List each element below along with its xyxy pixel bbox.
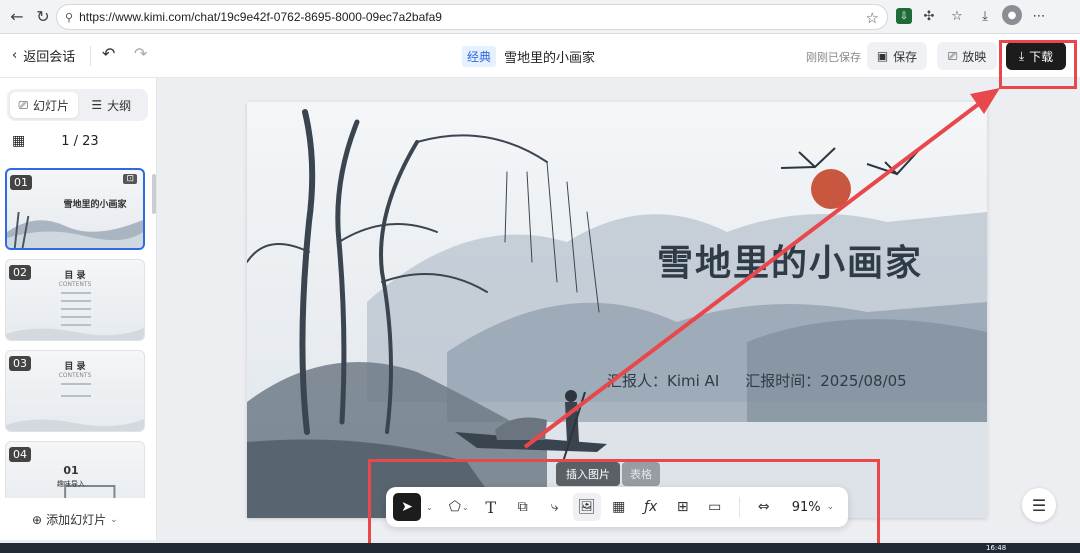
thumb-line [61, 300, 91, 302]
tab-slides[interactable]: ⎚ 幻灯片 [10, 92, 78, 118]
reload-icon[interactable]: ↻ [30, 4, 56, 30]
divider [90, 46, 91, 66]
add-slide-label: 添加幻灯片 [46, 513, 107, 527]
thumb-number: 04 [9, 447, 31, 462]
thumb-title: 01 [63, 464, 79, 477]
profile-avatar[interactable]: ● [1002, 5, 1022, 25]
slide-reporter: 汇报人：Kimi AI [607, 372, 720, 390]
address-bar[interactable]: ⚲ https://www.kimi.com/chat/19c9e42f-076… [56, 4, 888, 30]
page-indicator: 1 / 23 [61, 133, 99, 149]
slide-title[interactable]: 雪地里的小画家 [657, 234, 923, 286]
url-text: https://www.kimi.com/chat/19c9e42f-0762-… [79, 10, 442, 24]
tab-outline-label: 大纲 [107, 98, 132, 113]
annotation-box-download [999, 40, 1077, 89]
thumb-subtitle: CONTENTS [58, 372, 92, 379]
redo-icon[interactable]: ↷ [134, 44, 147, 63]
extension-download-icon[interactable]: ⇩ [896, 8, 912, 24]
doc-title-group: 经典 雪地里的小画家 [462, 46, 595, 67]
slide-subtitle[interactable]: 汇报人：Kimi AI 汇报时间：2025/08/05 [607, 370, 907, 391]
slide-preview[interactable]: 雪地里的小画家 汇报人：Kimi AI 汇报时间：2025/08/05 [247, 102, 987, 518]
thumb-line [61, 395, 91, 397]
slide-thumbnail-1[interactable]: 01 雪地里的小画家 ⊡ [5, 168, 145, 250]
site-info-icon[interactable]: ⚲ [65, 11, 73, 24]
slide-thumbnail-2[interactable]: 02 目 录 CONTENTS [5, 259, 145, 341]
slide-date: 汇报时间：2025/08/05 [745, 372, 907, 390]
undo-icon[interactable]: ↶ [102, 44, 115, 63]
ink-landscape-illustration [247, 102, 987, 518]
save-label: 保存 [893, 49, 918, 64]
hamburger-icon: ☰ [1031, 495, 1047, 515]
app-header: ‹ 返回会话 ↶ ↷ 经典 雪地里的小画家 刚刚已保存 ▣ 保存 ⎚ 放映 ⤓ … [0, 34, 1080, 78]
present-label: 放映 [962, 49, 987, 64]
taskbar-clock: 16:48 [986, 544, 1007, 552]
thumb-subtitle: CONTENTS [58, 281, 92, 288]
slide-thumbnail-3[interactable]: 03 目 录 CONTENTS [5, 350, 145, 432]
back-to-chat-button[interactable]: ‹ 返回会话 [12, 46, 75, 65]
extensions-puzzle-icon[interactable]: ✣ [918, 5, 940, 27]
doc-title[interactable]: 雪地里的小画家 [504, 47, 595, 66]
slides-panel: ⎚ 幻灯片 ☰ 大纲 ▦ 1 / 23 01 雪地里的小画家 ⊡ 02 目 录 … [0, 78, 157, 540]
save-icon: ▣ [876, 49, 889, 63]
thumb-title: 目 录 [64, 362, 86, 372]
thumb-line [61, 383, 91, 385]
plus-circle-icon: ⊕ [32, 512, 43, 527]
thumb-landscape [6, 419, 144, 431]
downloads-icon[interactable]: ⤓ [974, 5, 996, 27]
browser-extensions: ⇩ ✣ ☆ ⤓ ● ⋯ [896, 5, 1050, 27]
thumb-line [61, 316, 91, 318]
back-arrow-icon[interactable]: ← [4, 4, 30, 30]
save-button[interactable]: ▣ 保存 [867, 42, 927, 70]
grid-view-icon[interactable]: ▦ [12, 133, 25, 149]
present-button[interactable]: ⎚ 放映 [937, 42, 997, 70]
tab-outline[interactable]: ☰ 大纲 [78, 92, 146, 118]
annotation-box-toolbar [368, 459, 880, 549]
outline-icon: ☰ [91, 98, 103, 112]
more-menu-icon[interactable]: ⋯ [1028, 5, 1050, 27]
thumbnail-scrollbar[interactable] [152, 174, 156, 214]
thumbnail-list: 01 雪地里的小画家 ⊡ 02 目 录 CONTENTS 03 目 录 CONT… [5, 168, 147, 498]
chevron-left-icon: ‹ [12, 48, 18, 63]
menu-button[interactable]: ☰ [1022, 488, 1056, 522]
thumb-number: 01 [10, 175, 32, 190]
thumb-image-icon: ⊡ [123, 174, 137, 184]
thumb-line [61, 308, 91, 310]
thumb-line [61, 292, 91, 294]
view-tabs: ⎚ 幻灯片 ☰ 大纲 [7, 89, 148, 121]
bookmark-star-icon[interactable]: ☆ [866, 9, 879, 27]
template-badge: 经典 [462, 46, 497, 67]
save-status: 刚刚已保存 [806, 51, 861, 64]
slide-thumbnail-4[interactable]: 04 01 趣味导入 [5, 441, 145, 498]
thumb-title: 雪地里的小画家 [63, 200, 127, 210]
chevron-down-icon: ⌄ [110, 514, 118, 525]
back-label: 返回会话 [23, 50, 76, 65]
add-slide-button[interactable]: ⊕ 添加幻灯片 ⌄ [32, 511, 118, 528]
slides-icon: ⎚ [18, 97, 29, 112]
favorites-icon[interactable]: ☆ [946, 5, 968, 27]
present-icon: ⎚ [947, 48, 958, 63]
thumb-line [61, 324, 91, 326]
slide-pager: ▦ 1 / 23 [12, 133, 99, 149]
thumb-subtitle: 趣味导入 [57, 480, 85, 488]
tab-slides-label: 幻灯片 [33, 98, 70, 113]
thumb-title: 目 录 [64, 271, 86, 281]
os-taskbar: 16:48 [0, 543, 1080, 553]
